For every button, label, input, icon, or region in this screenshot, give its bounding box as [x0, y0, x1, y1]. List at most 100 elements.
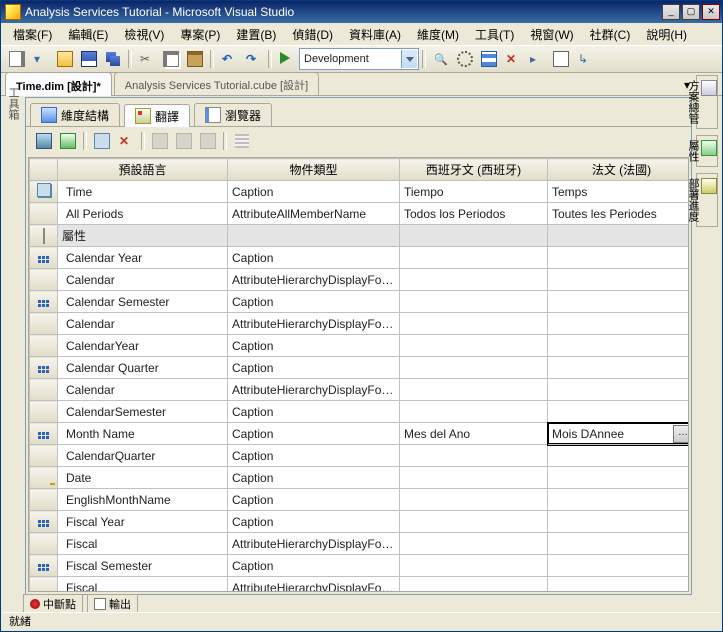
undo-button[interactable] [218, 48, 240, 70]
cell-spanish[interactable] [400, 445, 548, 467]
cell-name[interactable]: Fiscal [58, 577, 228, 593]
cell-spanish[interactable] [400, 313, 548, 335]
new-project-button[interactable] [6, 48, 28, 70]
cut-button[interactable] [136, 48, 158, 70]
col-header-spanish[interactable]: 西班牙文 (西班牙) [400, 159, 548, 181]
cell-french[interactable] [548, 511, 690, 533]
menu-tools[interactable]: 工具(T) [467, 24, 522, 45]
cell-french[interactable] [548, 379, 690, 401]
tab-breakpoints[interactable]: 中斷點 [23, 594, 83, 614]
cell-french[interactable] [548, 225, 690, 247]
cell-name[interactable]: 屬性 [58, 225, 228, 247]
row-header[interactable] [30, 445, 58, 467]
cell-french[interactable] [548, 313, 690, 335]
menu-edit[interactable]: 編輯(E) [60, 24, 116, 45]
cell-name[interactable]: Calendar [58, 379, 228, 401]
menu-file[interactable]: 檔案(F) [5, 24, 60, 45]
subtab-translations[interactable]: 翻譯 [124, 104, 190, 127]
cell-french[interactable] [548, 291, 690, 313]
delete-caption-button[interactable] [197, 130, 219, 152]
cell-name[interactable]: Calendar [58, 313, 228, 335]
cell-spanish[interactable] [400, 357, 548, 379]
cell-name[interactable]: All Periods [58, 203, 228, 225]
row-header[interactable] [30, 181, 58, 203]
save-button[interactable] [78, 48, 100, 70]
show-all-attributes-button[interactable] [231, 130, 253, 152]
paste-button[interactable] [184, 48, 206, 70]
row-header[interactable] [30, 225, 58, 247]
edit-ellipsis-button[interactable]: … [673, 425, 689, 443]
row-header[interactable] [30, 269, 58, 291]
new-translation-button[interactable] [91, 130, 113, 152]
maximize-button[interactable]: ▢ [682, 4, 700, 20]
cell-french[interactable] [548, 335, 690, 357]
cell-french[interactable] [548, 269, 690, 291]
reconnect-button[interactable] [57, 130, 79, 152]
row-header[interactable] [30, 291, 58, 313]
new-project-dropdown[interactable] [30, 48, 52, 70]
cell-spanish[interactable] [400, 247, 548, 269]
row-header[interactable] [30, 335, 58, 357]
translations-grid[interactable]: 預設語言 物件類型 西班牙文 (西班牙) 法文 (法國) TimeCaption… [28, 157, 689, 592]
cell-name[interactable]: EnglishMonthName [58, 489, 228, 511]
cell-spanish[interactable] [400, 225, 548, 247]
cell-french[interactable] [548, 445, 690, 467]
cell-french[interactable]: Mois DAnnee… [548, 423, 690, 445]
save-all-button[interactable] [102, 48, 124, 70]
row-header[interactable] [30, 401, 58, 423]
cell-name[interactable]: Time [58, 181, 228, 203]
collapse-icon[interactable] [43, 228, 45, 244]
menu-project[interactable]: 專案(P) [172, 24, 228, 45]
cell-name[interactable]: Fiscal [58, 533, 228, 555]
cell-french[interactable]: Toutes les Periodes [548, 203, 690, 225]
cell-french[interactable] [548, 357, 690, 379]
error-list-button[interactable] [502, 48, 524, 70]
start-debug-button[interactable] [276, 48, 298, 70]
col-header-row[interactable] [30, 159, 58, 181]
col-header-french[interactable]: 法文 (法國) [548, 159, 690, 181]
cell-spanish[interactable] [400, 291, 548, 313]
subtab-browser[interactable]: 瀏覽器 [194, 103, 272, 126]
menu-community[interactable]: 社群(C) [582, 24, 639, 45]
row-header[interactable] [30, 247, 58, 269]
row-header[interactable] [30, 467, 58, 489]
redo-button[interactable] [242, 48, 264, 70]
cell-spanish[interactable] [400, 555, 548, 577]
cell-french[interactable] [548, 489, 690, 511]
doc-tab-time-dim[interactable]: Time.dim [設計]* [5, 72, 112, 96]
new-caption-button[interactable] [149, 130, 171, 152]
menu-help[interactable]: 說明(H) [638, 24, 695, 45]
cell-name[interactable]: Calendar Year [58, 247, 228, 269]
cell-name[interactable]: Calendar [58, 269, 228, 291]
properties-window-button[interactable] [454, 48, 476, 70]
find-button[interactable] [430, 48, 452, 70]
dock-deploy-progress[interactable]: 部署進度 [696, 173, 718, 227]
row-header[interactable] [30, 555, 58, 577]
menu-dimension[interactable]: 維度(M) [409, 24, 467, 45]
cell-name[interactable]: CalendarQuarter [58, 445, 228, 467]
row-header[interactable] [30, 577, 58, 593]
row-header[interactable] [30, 511, 58, 533]
subtab-dimension-structure[interactable]: 維度結構 [30, 103, 120, 126]
cell-spanish[interactable]: Mes del Ano [400, 423, 548, 445]
cell-name[interactable]: Calendar Quarter [58, 357, 228, 379]
toolbox-autohide-tab[interactable]: 工具箱 [5, 87, 21, 131]
cell-french[interactable] [548, 577, 690, 593]
copy-button[interactable] [160, 48, 182, 70]
solution-config-combo[interactable]: Development [299, 48, 419, 70]
menu-debug[interactable]: 偵錯(D) [284, 24, 341, 45]
nav-forward-button[interactable] [574, 48, 596, 70]
toolbox-button[interactable] [550, 48, 572, 70]
menu-build[interactable]: 建置(B) [228, 24, 284, 45]
solution-explorer-button[interactable] [478, 48, 500, 70]
open-file-button[interactable] [54, 48, 76, 70]
col-header-default-lang[interactable]: 預設語言 [58, 159, 228, 181]
cell-name[interactable]: CalendarSemester [58, 401, 228, 423]
cell-spanish[interactable]: Todos los Periodos [400, 203, 548, 225]
minimize-button[interactable]: _ [662, 4, 680, 20]
cell-spanish[interactable] [400, 467, 548, 489]
cell-french[interactable] [548, 555, 690, 577]
cell-french[interactable] [548, 533, 690, 555]
menu-database[interactable]: 資料庫(A) [341, 24, 409, 45]
cell-name[interactable]: Fiscal Year [58, 511, 228, 533]
